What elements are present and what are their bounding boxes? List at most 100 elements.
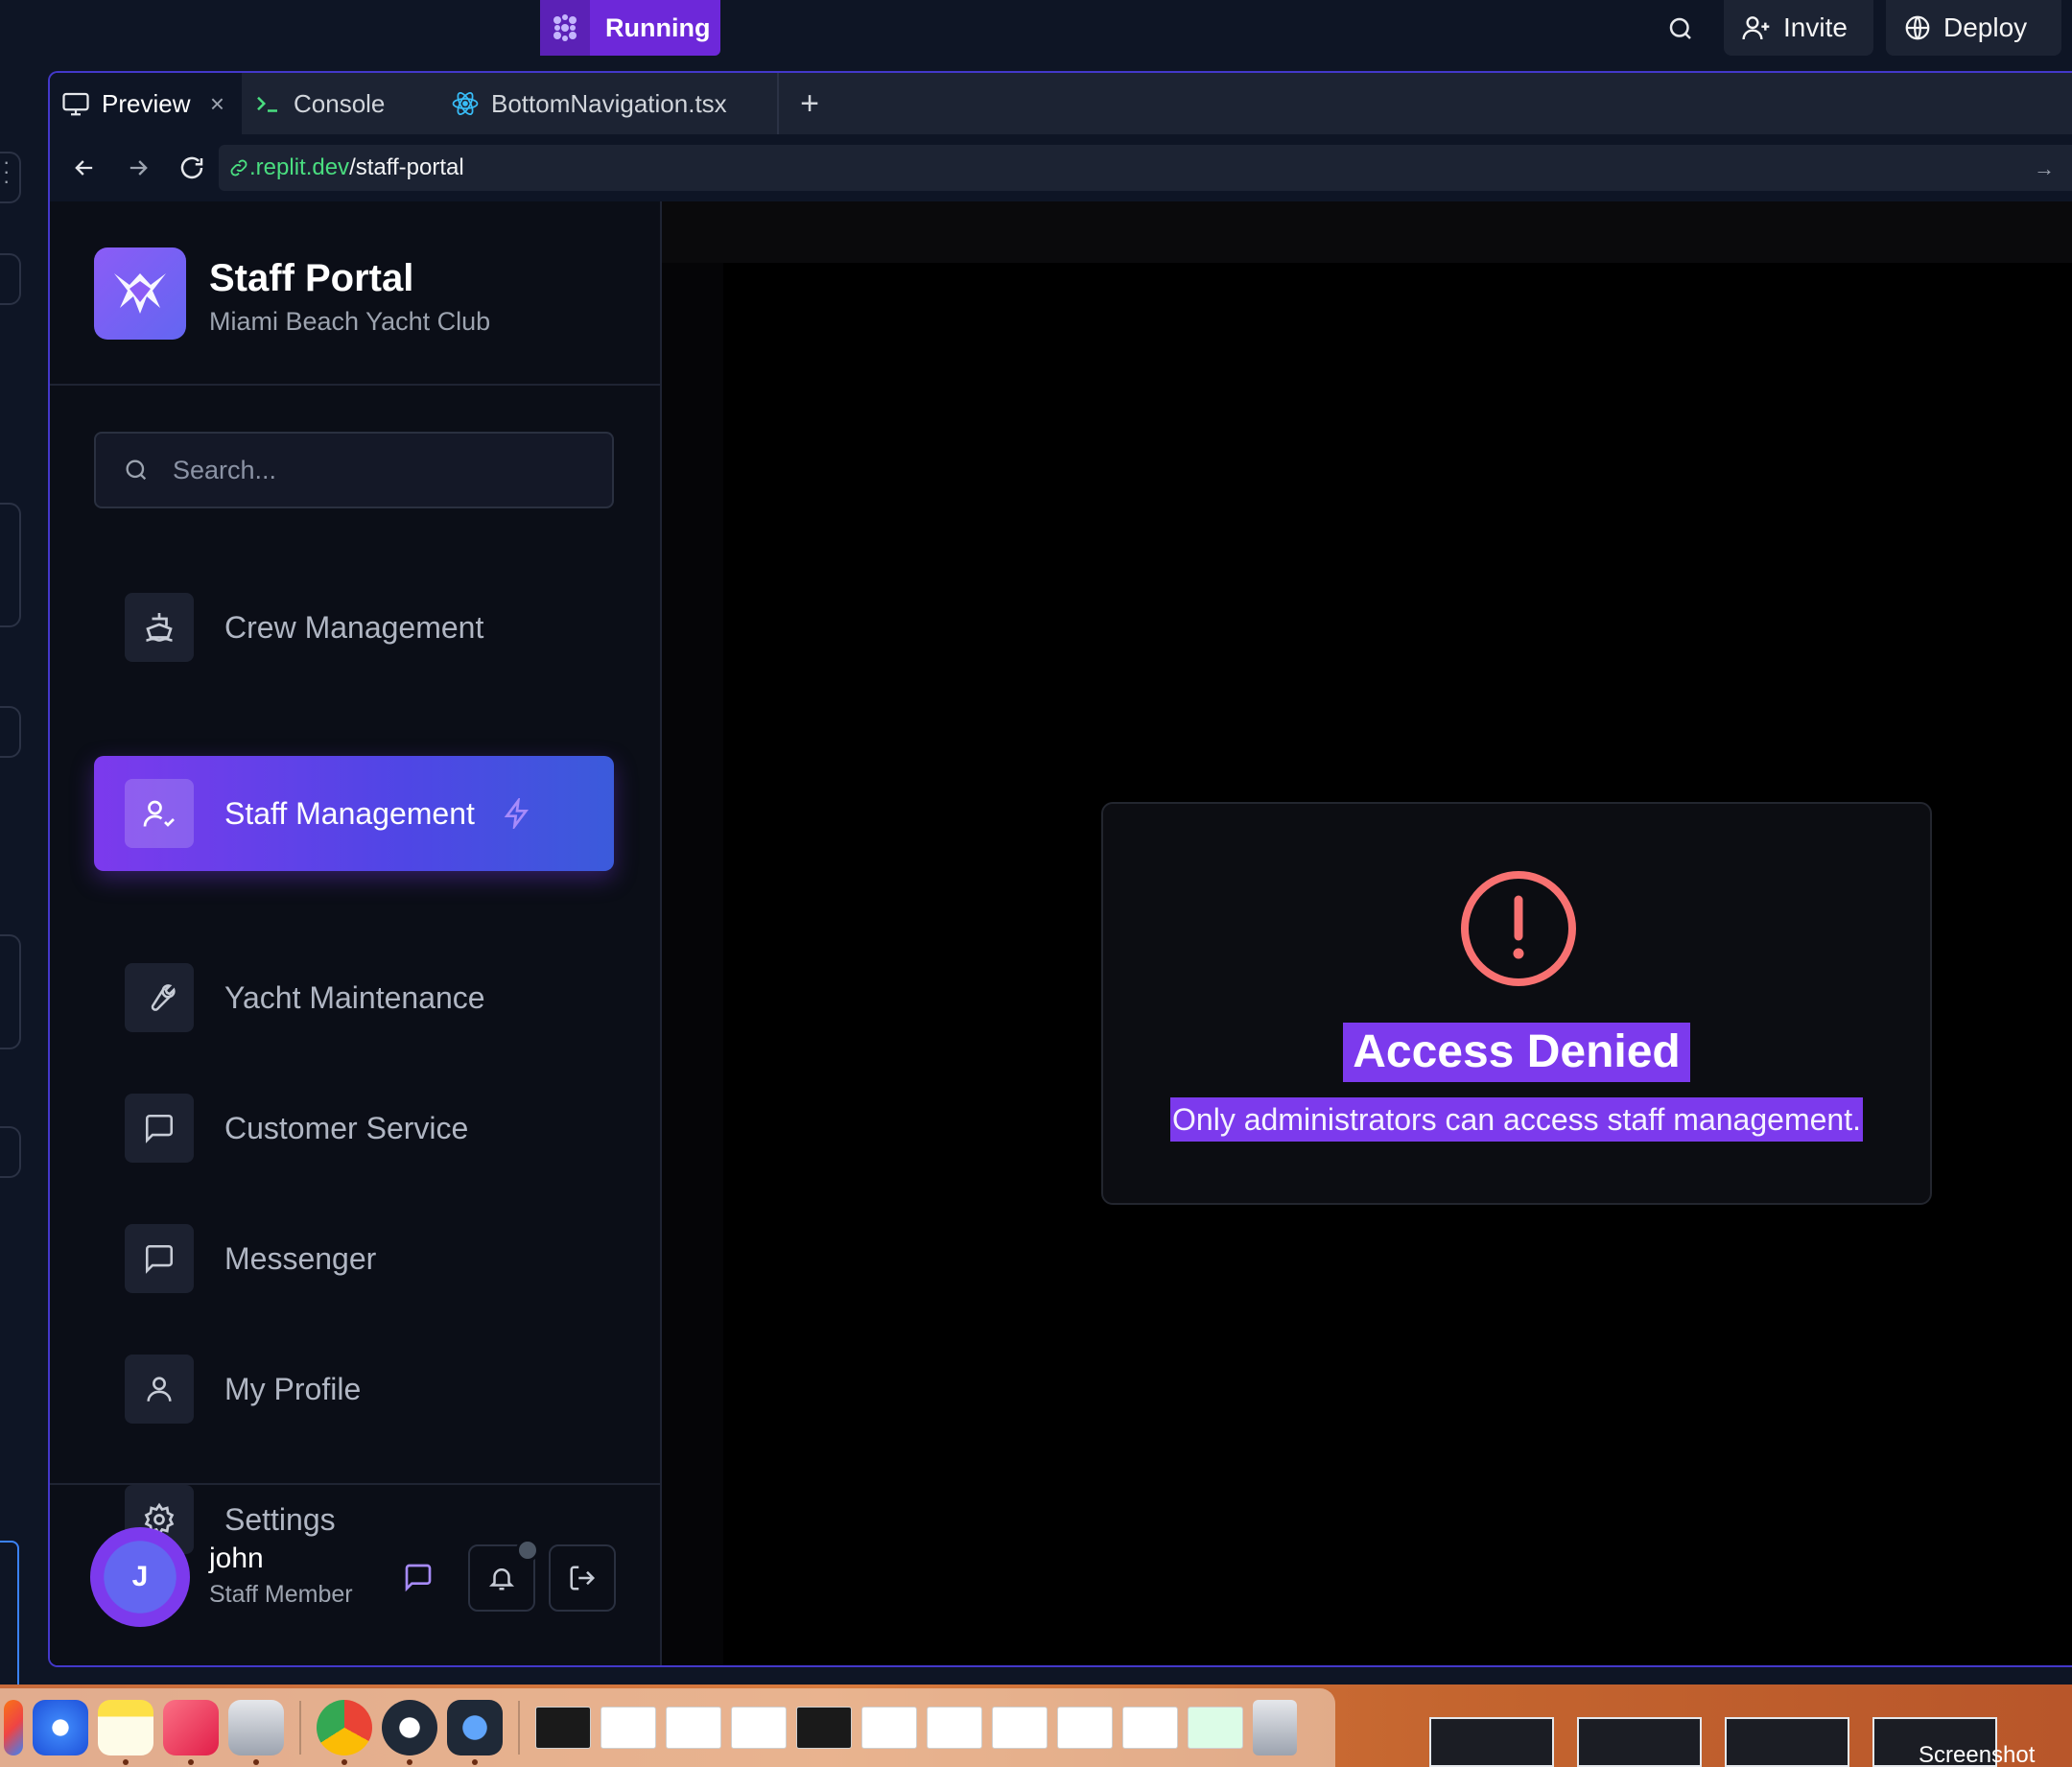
recent-file-thumbnail[interactable] (796, 1707, 852, 1749)
ide-top-bar: Running Invite Deploy (0, 0, 2072, 71)
desktop-file[interactable] (1577, 1717, 1702, 1767)
bell-icon (488, 1568, 515, 1590)
notifications-button[interactable] (468, 1539, 539, 1612)
main-header-strip (662, 201, 2072, 263)
invite-label: Invite (1783, 12, 1848, 42)
quicktime-icon[interactable] (447, 1700, 503, 1765)
forward-icon[interactable] (111, 141, 165, 195)
react-icon (452, 92, 479, 115)
nav-label: Crew Management (224, 609, 484, 645)
nav-item-customer-service[interactable]: Customer Service (94, 1071, 614, 1186)
compass-app-icon[interactable] (382, 1700, 437, 1765)
user-name: john (209, 1543, 264, 1574)
user-footer: J john Staff Member (50, 1483, 660, 1665)
search-icon[interactable] (1661, 10, 1700, 48)
link-icon (230, 159, 247, 177)
reload-icon[interactable] (165, 141, 219, 195)
run-label: Running (605, 12, 711, 42)
close-icon[interactable]: × (210, 89, 224, 119)
preview-app-icon[interactable] (228, 1700, 284, 1765)
deploy-button[interactable]: Deploy (1886, 0, 2061, 56)
desktop-file[interactable] (1429, 1717, 1554, 1767)
desktop-file[interactable] (1725, 1717, 1849, 1767)
nav-item-my-profile[interactable]: My Profile (94, 1331, 614, 1447)
tab-bar: Preview × Console BottomNavigation.tsx + (50, 73, 2072, 134)
recent-file-thumbnail[interactable] (1122, 1707, 1178, 1749)
main-content: Access Denied Only administrators can ac… (662, 201, 2072, 1665)
rail-panel (0, 503, 21, 627)
recent-file-thumbnail[interactable] (731, 1707, 787, 1749)
nav-item-messenger[interactable]: Messenger (94, 1201, 614, 1316)
nav-item-crew-management[interactable]: Crew Management (94, 570, 614, 685)
run-button[interactable]: Running (540, 0, 720, 56)
add-tab-icon[interactable]: + (779, 73, 840, 134)
access-denied-title-wrap: Access Denied (1103, 1023, 1930, 1082)
app-subtitle: Miami Beach Yacht Club (209, 307, 491, 336)
avatar[interactable]: J (90, 1527, 190, 1627)
desktop-file-label: Screenshot (1919, 1742, 2036, 1767)
rail-tab[interactable] (0, 706, 21, 758)
nav-label: Messenger (224, 1240, 377, 1276)
user-plus-icon (1742, 16, 1770, 40)
access-denied-card: Access Denied Only administrators can ac… (1101, 802, 1932, 1205)
invite-button[interactable]: Invite (1724, 0, 1873, 56)
tab-bottom-navigation[interactable]: BottomNavigation.tsx (434, 73, 779, 134)
nav-label: My Profile (224, 1371, 362, 1406)
dock-separator (518, 1701, 520, 1755)
tab-console[interactable]: Console (242, 73, 434, 134)
recent-file-thumbnail[interactable] (535, 1707, 591, 1749)
url-path: /staff-portal (349, 154, 464, 180)
nav-item-staff-management[interactable]: Staff Management (94, 756, 614, 871)
replit-logo-icon (540, 0, 590, 56)
notes-icon[interactable] (98, 1700, 153, 1765)
logout-button[interactable] (549, 1544, 616, 1612)
nav-label: Customer Service (224, 1110, 469, 1145)
app-title: Staff Portal (209, 257, 414, 299)
globe-icon (1905, 15, 1930, 40)
user-icon (125, 1355, 194, 1424)
sidebar-search[interactable] (94, 432, 614, 508)
tab-preview[interactable]: Preview × (50, 73, 242, 134)
back-icon[interactable] (58, 141, 111, 195)
recent-file-thumbnail[interactable] (992, 1707, 1048, 1749)
message-square-icon (125, 1094, 194, 1163)
url-input[interactable]: .replit.dev/staff-portal → (219, 145, 2072, 191)
dock-separator (299, 1701, 301, 1755)
terminal-icon (257, 96, 277, 112)
search-input[interactable] (173, 455, 576, 485)
macos-dock (0, 1688, 1335, 1767)
nav-item-yacht-maintenance[interactable]: Yacht Maintenance (94, 940, 614, 1055)
trash-icon[interactable] (1253, 1700, 1297, 1755)
ship-icon (125, 593, 194, 662)
bolt-icon (502, 798, 532, 829)
recent-file-thumbnail[interactable] (666, 1707, 721, 1749)
url-bar: .replit.dev/staff-portal → (50, 134, 2072, 201)
message-icon[interactable] (401, 1560, 436, 1594)
recent-file-thumbnail[interactable] (927, 1707, 982, 1749)
notification-dot (516, 1539, 539, 1562)
recent-file-thumbnail[interactable] (1188, 1707, 1243, 1749)
rail-panel (0, 934, 21, 1049)
recent-file-thumbnail[interactable] (861, 1707, 917, 1749)
rail-tab[interactable] (0, 253, 21, 305)
ide-side-rail: · · · (0, 71, 48, 1723)
user-role: Staff Member (209, 1581, 353, 1608)
rail-tab[interactable] (0, 1126, 21, 1178)
search-icon (121, 455, 152, 485)
chrome-icon[interactable] (317, 1700, 372, 1765)
open-arrow-icon[interactable]: → (2034, 156, 2055, 181)
tab-label: Console (294, 88, 386, 118)
launchpad-icon[interactable] (4, 1700, 23, 1755)
recent-file-thumbnail[interactable] (1057, 1707, 1113, 1749)
rail-tab[interactable] (0, 152, 21, 203)
app-sidebar: Staff Portal Miami Beach Yacht Club Crew… (50, 201, 662, 1665)
staff-portal-logo (94, 247, 186, 340)
user-check-icon (125, 779, 194, 848)
safari-icon[interactable] (33, 1700, 88, 1755)
recent-file-thumbnail[interactable] (600, 1707, 656, 1749)
desktop-screenshots (1429, 1717, 1997, 1767)
music-icon[interactable] (163, 1700, 219, 1765)
brand-header: Staff Portal Miami Beach Yacht Club (50, 201, 660, 386)
access-denied-message-wrap: Only administrators can access staff man… (1103, 1097, 1930, 1142)
nav-label: Yacht Maintenance (224, 979, 485, 1015)
